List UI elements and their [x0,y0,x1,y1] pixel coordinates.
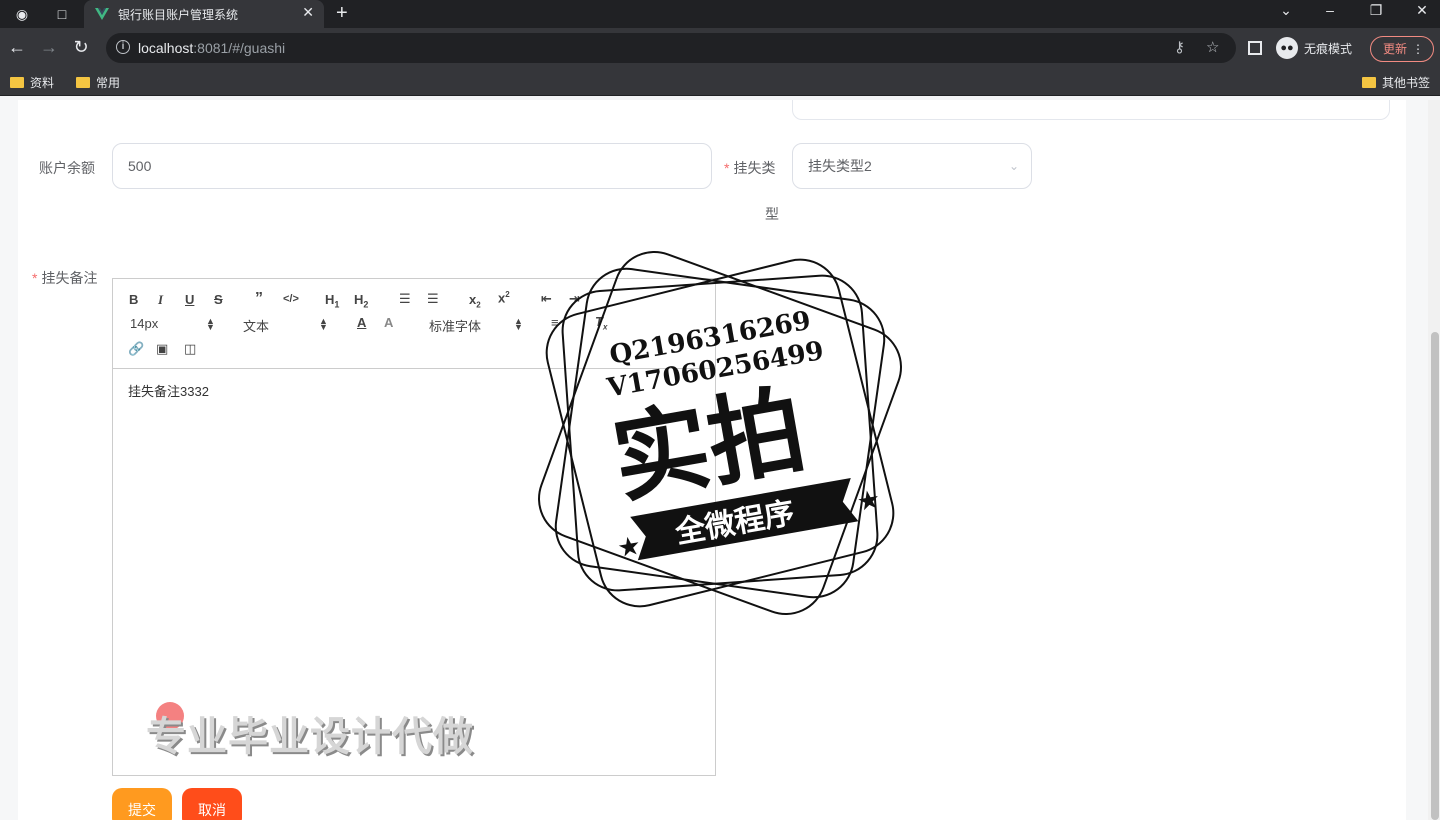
globe-icon[interactable]: ◉ [12,4,32,24]
loss-type-select[interactable]: 挂失类型2 ⌄ [792,143,1032,189]
svg-text:★: ★ [615,530,643,564]
svg-text:★: ★ [855,483,883,517]
ordered-list-icon[interactable]: ☰ [399,291,411,307]
cut-off-select[interactable] [792,100,1390,120]
incognito-indicator[interactable]: ●● 无痕模式 [1276,36,1352,60]
chevron-down-icon: ⌄ [1008,159,1019,173]
folder-icon [76,76,90,88]
menu-dots-icon[interactable]: ⋮ [1412,37,1424,61]
minimize-icon[interactable]: – [1320,2,1340,18]
side-panel-icon[interactable] [1248,41,1262,55]
reload-icon[interactable]: ↻ [70,37,92,58]
incognito-icon: ●● [1276,37,1298,59]
loss-type-label: * 挂失类 [724,160,776,176]
incognito-label: 无痕模式 [1304,41,1353,56]
balance-label: 账户余额 [39,160,95,176]
folder-icon [10,76,24,88]
submit-button[interactable]: 提交 [112,788,172,820]
tab-title: 银行账目账户管理系统 [118,8,239,22]
window-icon[interactable]: □ [52,4,72,24]
forward-icon[interactable]: → [38,37,60,58]
new-tab-icon[interactable]: + [336,2,348,25]
editor-content[interactable]: 挂失备注3332 [128,381,209,400]
subscript-icon[interactable]: x2 [469,292,481,310]
link-icon[interactable]: 🔗 [128,341,144,357]
bookmark-folder-changyong[interactable]: 常用 [76,74,120,90]
bookmark-star-icon[interactable]: ☆ [1206,38,1219,56]
image-icon[interactable]: ▣ [156,341,168,357]
blockquote-icon[interactable]: ” [255,290,263,308]
vue-logo-icon [95,8,109,20]
other-bookmarks[interactable]: 其他书签 [1362,74,1430,90]
strike-icon[interactable]: S [214,292,223,307]
watermark-text: 专业毕业设计代做 [146,714,474,760]
bookmark-folder-ziliao[interactable]: 资料 [10,74,54,90]
address-bar[interactable]: i localhost:8081/#/guashi ⚷ ☆ [106,33,1236,63]
h1-icon[interactable]: H1 [325,292,339,310]
font-size-select[interactable]: 14px ▲ ▼ [130,316,220,332]
restore-icon[interactable]: ❐ [1366,2,1386,19]
browser-tab-active[interactable]: 银行账目账户管理系统 ✕ [84,0,324,28]
code-block-icon[interactable]: </> [283,293,299,305]
bookmarks-bar: 资料 常用 其他书签 [0,68,1440,96]
balance-input[interactable]: 500 [112,143,712,189]
cancel-button[interactable]: 取消 [182,788,242,820]
video-icon[interactable]: ◫ [184,341,196,357]
browser-toolbar: ← → ↻ i localhost:8081/#/guashi ⚷ ☆ ●● 无… [0,28,1440,68]
bullet-list-icon[interactable]: ☰ [427,291,439,307]
tab-search-icon[interactable]: ⌄ [1276,2,1296,19]
back-icon[interactable]: ← [6,37,28,58]
loss-type-label-wrap: 型 [765,206,779,222]
font-family-select[interactable]: 标准字体 ▲ ▼ [429,316,529,335]
folder-icon [1362,76,1376,88]
bg-color-icon[interactable]: A [384,315,393,330]
remark-label: * 挂失备注 [32,270,98,286]
watermark-stamp: Q2196316269 V17060256499 实拍 全微程序 ★ ★ [538,251,902,615]
italic-icon[interactable]: I [158,292,163,308]
h2-icon[interactable]: H2 [354,292,368,310]
close-window-icon[interactable]: ✕ [1412,2,1432,19]
bold-icon[interactable]: B [129,292,138,307]
browser-tab-bar: ◉ □ 银行账目账户管理系统 ✕ + ⌄ – ❐ ✕ [0,0,1440,28]
url-text: localhost:8081/#/guashi [138,40,286,56]
scrollbar-thumb[interactable] [1431,332,1439,820]
close-tab-icon[interactable]: ✕ [302,4,314,21]
superscript-icon[interactable]: x2 [498,290,510,305]
paragraph-select[interactable]: 文本 ▲ ▼ [243,316,333,335]
text-color-icon[interactable]: A [357,315,366,330]
site-info-icon[interactable]: i [116,40,130,54]
key-icon[interactable]: ⚷ [1174,38,1185,56]
update-button[interactable]: 更新 ⋮ [1370,36,1434,62]
underline-icon[interactable]: U [185,292,194,307]
